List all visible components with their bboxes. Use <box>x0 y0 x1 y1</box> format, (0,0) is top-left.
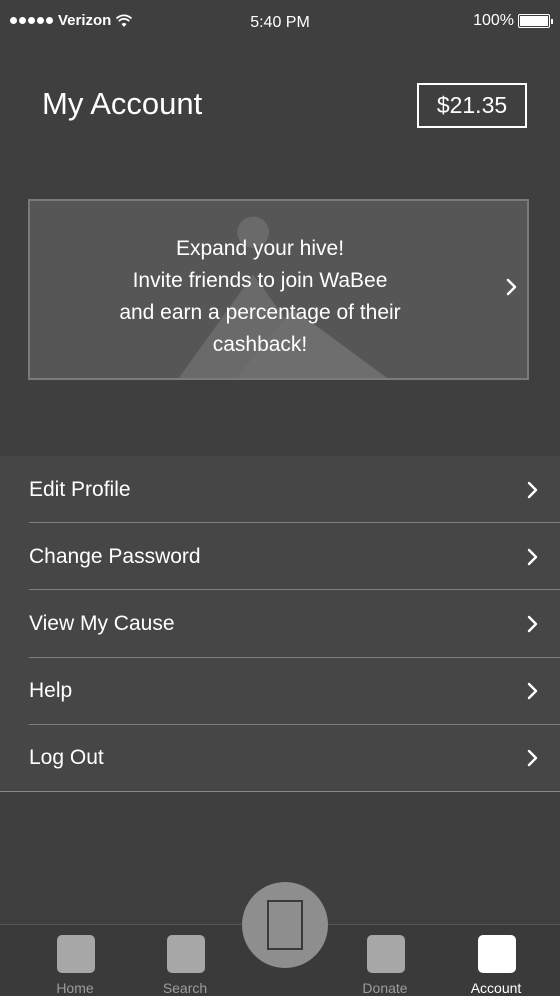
menu-item-help[interactable]: Help <box>0 657 560 725</box>
menu-item-label: Change Password <box>29 544 201 568</box>
tab-donate[interactable]: Donate <box>345 925 425 996</box>
search-icon <box>167 935 205 973</box>
chevron-right-icon <box>506 278 517 296</box>
status-bar: Verizon 5:40 PM 100% <box>0 0 560 40</box>
account-icon <box>478 935 516 973</box>
menu-item-edit-profile[interactable]: Edit Profile <box>0 456 560 524</box>
chevron-right-icon <box>527 481 538 498</box>
menu-item-label: View My Cause <box>29 611 175 635</box>
menu-item-view-my-cause[interactable]: View My Cause <box>0 590 560 658</box>
scan-button[interactable] <box>242 882 328 968</box>
chevron-right-icon <box>527 548 538 565</box>
invite-text: Expand your hive! Invite friends to join… <box>60 233 460 361</box>
menu-item-label: Help <box>29 679 73 703</box>
tab-account[interactable]: Account <box>456 925 536 996</box>
home-icon <box>57 935 95 973</box>
tab-label: Donate <box>362 980 408 996</box>
battery-percent: 100% <box>473 12 514 29</box>
tab-label: Home <box>56 980 94 996</box>
invite-line-4: cashback! <box>212 333 308 356</box>
donate-icon <box>367 935 405 973</box>
balance-badge[interactable]: $21.35 <box>417 83 527 128</box>
chevron-right-icon <box>527 750 538 767</box>
chevron-right-icon <box>527 682 538 700</box>
invite-line-1: Expand your hive! <box>175 237 345 260</box>
account-menu: Edit Profile Change Password View My Cau… <box>0 456 560 792</box>
invite-friends-banner[interactable]: Expand your hive! Invite friends to join… <box>28 199 529 380</box>
status-right: 100% <box>473 12 553 30</box>
tab-search[interactable]: Search <box>145 925 225 996</box>
battery-icon <box>518 14 553 28</box>
page-title: My Account <box>42 86 203 121</box>
menu-item-label: Log Out <box>29 746 104 770</box>
phone-icon <box>267 900 303 950</box>
tab-label: Account <box>470 980 522 996</box>
menu-item-label: Edit Profile <box>29 477 131 501</box>
invite-line-2: Invite friends to join WaBee <box>132 269 388 292</box>
menu-item-log-out[interactable]: Log Out <box>0 724 560 792</box>
tab-home[interactable]: Home <box>35 925 115 996</box>
chevron-right-icon <box>527 615 538 633</box>
tab-label: Search <box>162 980 208 996</box>
menu-divider <box>0 790 560 792</box>
menu-item-change-password[interactable]: Change Password <box>0 523 560 591</box>
invite-line-3: and earn a percentage of their <box>119 301 401 324</box>
